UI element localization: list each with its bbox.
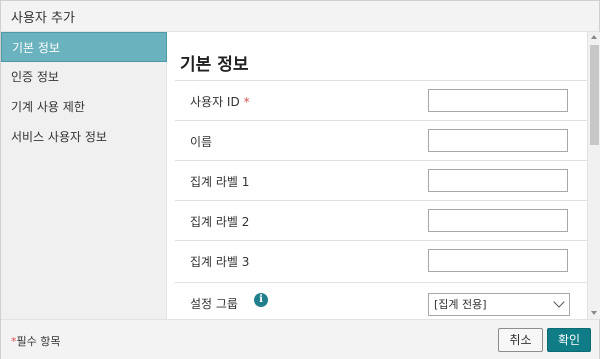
sidebar: 기본 정보 인증 정보 기계 사용 제한 서비스 사용자 정보 [1, 32, 167, 319]
agg-label-2-label: 집계 라벨 2 [190, 215, 250, 229]
agg-label-1-label: 집계 라벨 1 [190, 175, 250, 189]
required-note: *필수 항목 [11, 335, 61, 348]
setting-group-selected: [집계 전용] [434, 298, 487, 311]
chevron-down-icon [553, 296, 565, 308]
ok-button[interactable]: 확인 [547, 328, 591, 352]
user-id-input[interactable] [428, 89, 568, 112]
dialog-title-bar: 사용자 추가 [1, 1, 599, 32]
agg-label-1-input[interactable] [428, 169, 568, 192]
scroll-down-icon[interactable] [591, 311, 597, 315]
scroll-up-icon[interactable] [591, 35, 597, 39]
section-title: 기본 정보 [180, 55, 249, 75]
sidebar-item-service-user-info[interactable]: 서비스 사용자 정보 [1, 122, 167, 152]
field-row-name: 이름 [175, 120, 587, 160]
setting-group-label: 설정 그룹 [190, 297, 238, 311]
scrollbar[interactable] [587, 32, 600, 319]
cancel-button[interactable]: 취소 [498, 328, 543, 352]
field-row-setting-group: 설정 그룹 i [집계 전용] [175, 282, 587, 319]
name-label: 이름 [190, 135, 213, 149]
info-icon[interactable]: i [254, 293, 268, 307]
agg-label-3-label: 집계 라벨 3 [190, 255, 250, 269]
sidebar-item-machine-restriction[interactable]: 기계 사용 제한 [1, 92, 167, 122]
dialog-footer: *필수 항목 취소 확인 [1, 319, 599, 359]
sidebar-item-basic-info[interactable]: 기본 정보 [1, 32, 167, 62]
required-mark: * [243, 95, 250, 109]
field-row-agg-label-3: 집계 라벨 3 [175, 240, 587, 280]
agg-label-2-input[interactable] [428, 209, 568, 232]
main-content: 기본 정보 사용자 ID * 이름 집계 라벨 1 집계 라벨 2 집계 라벨 3… [167, 32, 587, 319]
name-input[interactable] [428, 129, 568, 152]
dialog-title: 사용자 추가 [11, 11, 75, 26]
sidebar-item-auth-info[interactable]: 인증 정보 [1, 62, 167, 92]
setting-group-select[interactable]: [집계 전용] [428, 293, 570, 316]
user-id-label: 사용자 ID * [190, 95, 250, 109]
field-row-user-id: 사용자 ID * [175, 80, 587, 120]
field-row-agg-label-2: 집계 라벨 2 [175, 200, 587, 240]
add-user-dialog: 사용자 추가 기본 정보 인증 정보 기계 사용 제한 서비스 사용자 정보 기… [0, 0, 600, 359]
agg-label-3-input[interactable] [428, 249, 568, 272]
scroll-thumb[interactable] [590, 45, 599, 145]
field-row-agg-label-1: 집계 라벨 1 [175, 160, 587, 200]
